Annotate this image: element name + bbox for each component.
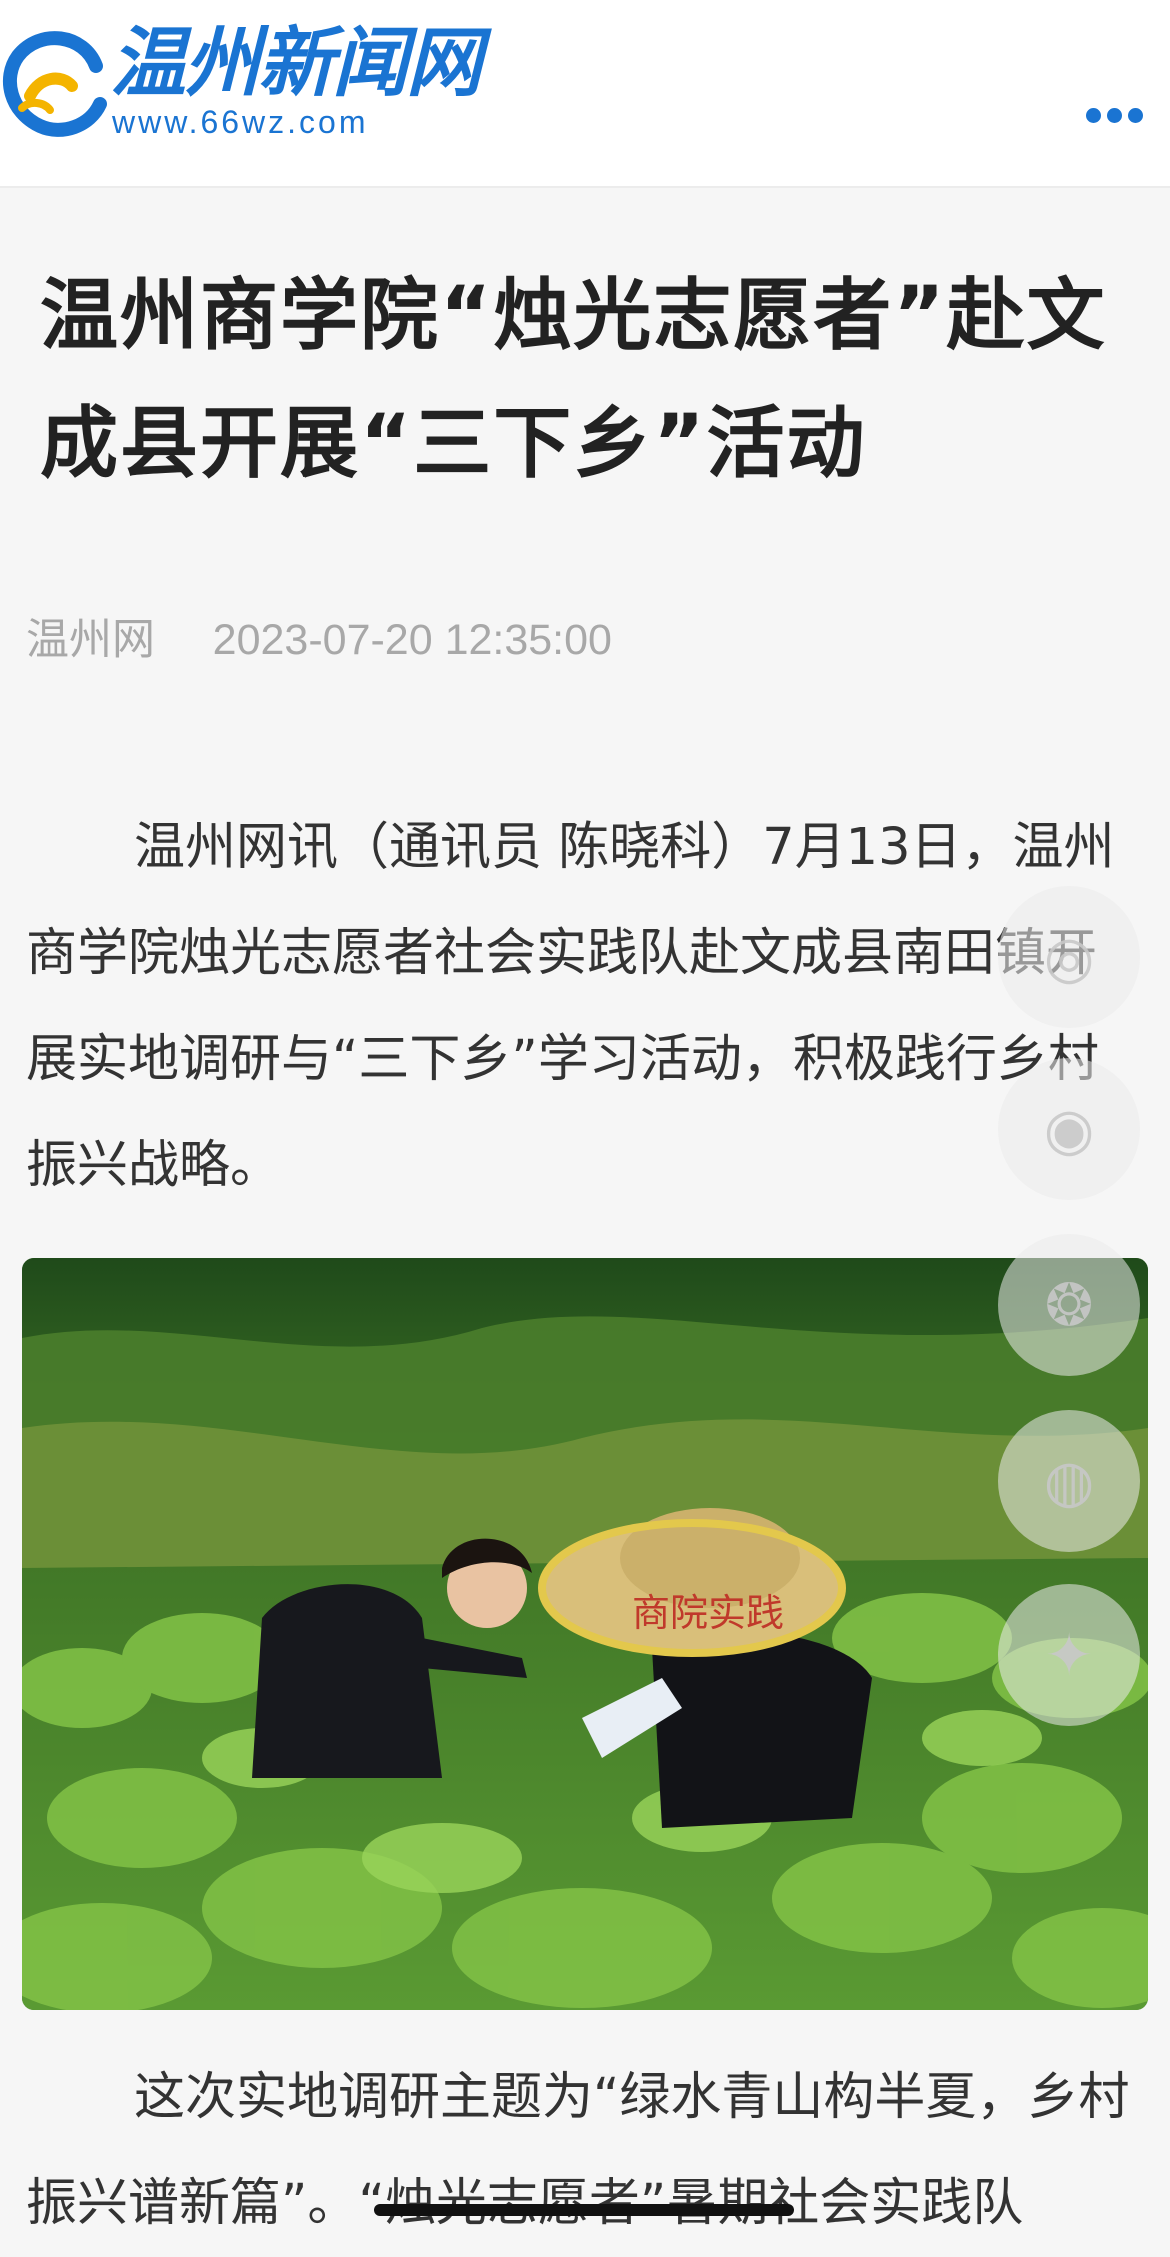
- article-date: 2023-07-20 12:35:00: [212, 616, 612, 664]
- wechat-glyph: ◎: [1043, 923, 1095, 991]
- qzone-glyph: ✦: [1044, 1621, 1094, 1689]
- moments-icon[interactable]: ❂: [998, 1234, 1140, 1376]
- site-url[interactable]: www.66wz.com: [112, 104, 369, 141]
- moments-glyph: ❂: [1044, 1271, 1094, 1339]
- article-meta: 温州网 2023-07-20 12:35:00: [26, 605, 612, 667]
- article-title: 温州商学院“烛光志愿者”赴文成县开展“三下乡”活动: [40, 271, 1107, 489]
- site-name[interactable]: 温州新闻网: [110, 20, 482, 106]
- site-logo-icon[interactable]: [0, 26, 110, 141]
- article-paragraph: 这次实地调研主题为“绿水青山构半夏，乡村振兴谱新篇”。“烛光志愿者”暑期社会实践…: [26, 2068, 1130, 2233]
- more-dots-icon[interactable]: [1086, 108, 1146, 124]
- wechat-icon[interactable]: ◎: [998, 886, 1140, 1028]
- dot: [1086, 108, 1101, 123]
- weibo-icon[interactable]: ◉: [998, 1058, 1140, 1200]
- article-photo[interactable]: 商院实践: [22, 1258, 1148, 2010]
- article-source: 温州网: [26, 615, 155, 665]
- home-indicator[interactable]: [374, 2204, 794, 2216]
- weibo-glyph: ◉: [1043, 1095, 1095, 1163]
- qq-icon[interactable]: ◍: [998, 1410, 1140, 1552]
- dot: [1128, 108, 1143, 123]
- qq-glyph: ◍: [1043, 1447, 1095, 1515]
- field-photo-illustration: 商院实践: [22, 1258, 1148, 2010]
- qzone-icon[interactable]: ✦: [998, 1584, 1140, 1726]
- dot: [1107, 108, 1122, 123]
- site-header: 温州新闻网 www.66wz.com: [0, 0, 1170, 188]
- hat-text: 商院实践: [632, 1591, 784, 1635]
- article-paragraph: 温州网讯（通讯员 陈晓科）7月13日，温州商学院烛光志愿者社会实践队赴文成县南田…: [26, 818, 1115, 1195]
